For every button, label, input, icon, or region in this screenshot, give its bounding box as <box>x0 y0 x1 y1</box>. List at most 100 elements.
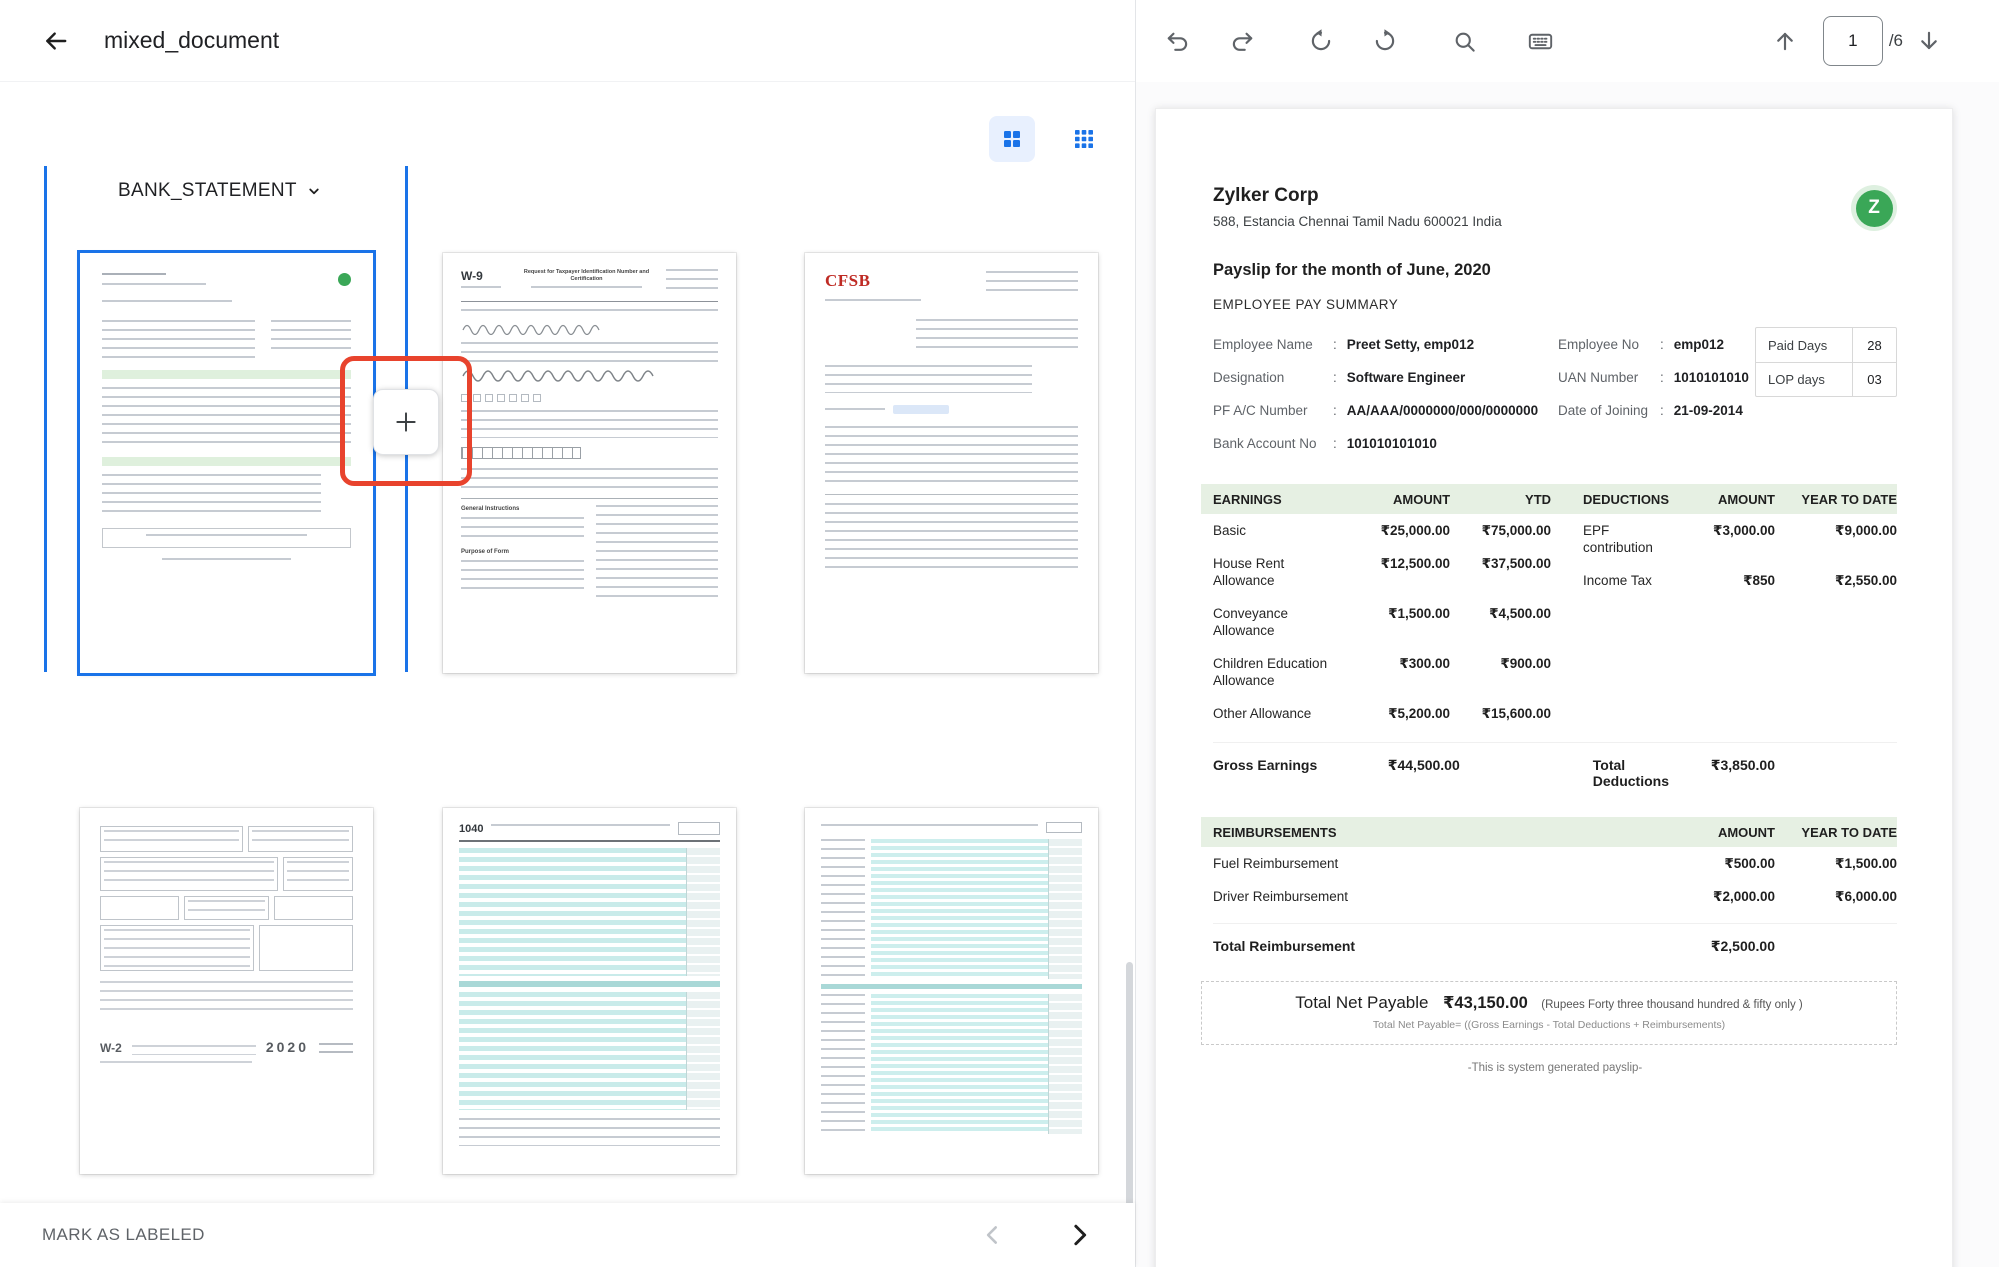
info-colon <box>1333 369 1337 387</box>
search-button[interactable] <box>1440 17 1488 65</box>
left-header: mixed_document <box>0 0 1135 82</box>
total-spacer <box>1775 757 1897 789</box>
w9-instructions: General Instructions Purpose of Form <box>461 498 718 597</box>
thumb-logo-dot <box>338 273 351 286</box>
info-colon <box>1660 402 1664 420</box>
w9-section-1: General Instructions <box>461 505 584 513</box>
form-body-1 <box>821 839 1082 979</box>
redo-button[interactable] <box>1218 17 1266 65</box>
undo-icon <box>1165 28 1191 54</box>
keyboard-shortcuts-button[interactable] <box>1516 17 1564 65</box>
info-value: 101010101010 <box>1347 435 1437 453</box>
page-number-input[interactable] <box>1823 16 1883 66</box>
col-header: DEDUCTIONS <box>1583 492 1675 507</box>
page-thumbnail-6[interactable] <box>805 808 1098 1174</box>
w9-form-cell: W-9 <box>461 269 507 295</box>
page-thumbnail-4[interactable]: W-2 2020 <box>80 808 373 1174</box>
deductions-table-head: DEDUCTIONS AMOUNT YEAR TO DATE <box>1583 484 1897 514</box>
info-value: Software Engineer <box>1347 369 1466 387</box>
pay-summary-heading: EMPLOYEE PAY SUMMARY <box>1213 297 1897 312</box>
cfsb-thumb-content: CFSB <box>805 253 1098 673</box>
mark-as-labeled-button[interactable]: MARK AS LABELED <box>42 1225 205 1245</box>
company-block: Zylker Corp 588, Estancia Chennai Tamil … <box>1213 185 1502 229</box>
w2-grid-row <box>100 857 353 891</box>
thumb-lines <box>102 300 232 308</box>
days-row: LOP days03 <box>1756 362 1896 396</box>
next-document-page-button[interactable] <box>1905 17 1953 65</box>
net-payable-words: (Rupees Forty three thousand hundred & f… <box>1541 999 1802 1011</box>
earnings-row: House Rent Allowance₹12,500.00₹37,500.00 <box>1213 547 1551 597</box>
rotate-right-button[interactable] <box>1361 17 1409 65</box>
f1040-header: 1040 <box>459 822 720 835</box>
gross-earnings: Gross Earnings ₹44,500.00 <box>1213 757 1561 789</box>
info-row: UAN Number1010101010 <box>1558 369 1749 387</box>
arrow-up-icon <box>1772 28 1798 54</box>
total-label: Total Reimbursement <box>1213 938 1675 955</box>
next-page-button[interactable] <box>1057 1213 1101 1257</box>
net-payable-line: Total Net Payable ₹43,150.00 (Rupees For… <box>1210 993 1888 1013</box>
f1040-rule <box>459 840 720 842</box>
left-panel-scrollbar[interactable] <box>1126 962 1133 1203</box>
f1040-footer-lines <box>459 1118 720 1146</box>
add-page-button[interactable] <box>373 389 439 455</box>
info-colon <box>1333 336 1337 354</box>
info-colon <box>1333 402 1337 420</box>
net-payable-box: Total Net Payable ₹43,150.00 (Rupees For… <box>1201 981 1897 1045</box>
plus-icon <box>393 409 419 435</box>
group-label-dropdown[interactable]: BANK_STATEMENT <box>118 180 323 202</box>
form-body-2 <box>821 994 1082 1134</box>
rotate-left-button[interactable] <box>1297 17 1345 65</box>
w9-title-cell: Request for Taxpayer Identification Numb… <box>517 269 656 295</box>
row-amount: ₹3,000.00 <box>1675 522 1775 556</box>
w9-col-left: General Instructions Purpose of Form <box>461 505 584 597</box>
left-footer: MARK AS LABELED <box>0 1203 1135 1267</box>
page-thumbnail-5[interactable]: 1040 <box>443 808 736 1174</box>
document-title: mixed_document <box>104 27 279 54</box>
col-header: YEAR TO DATE <box>1775 825 1897 840</box>
row-amount: ₹5,200.00 <box>1345 705 1450 722</box>
info-label: Bank Account No <box>1213 435 1329 453</box>
row-name: Conveyance Allowance <box>1213 605 1345 639</box>
chevron-left-icon <box>980 1222 1006 1248</box>
w9-right-cell <box>666 269 718 291</box>
previous-page-button[interactable] <box>971 1213 1015 1257</box>
info-row: Employee Noemp012 <box>1558 336 1749 354</box>
page-thumbnail-2[interactable]: W-9 Request for Taxpayer Identification … <box>443 253 736 673</box>
row-name: House Rent Allowance <box>1213 555 1345 589</box>
payslip-document: Zylker Corp 588, Estancia Chennai Tamil … <box>1155 108 1953 1267</box>
w9-title: Request for Taxpayer Identification Numb… <box>517 269 656 283</box>
total-deductions: Total Deductions ₹3,850.00 <box>1593 757 1897 789</box>
viewer-toolbar: /6 <box>1136 0 1999 82</box>
info-label: PF A/C Number <box>1213 402 1329 420</box>
rotate-right-icon <box>1372 28 1398 54</box>
totals-row: Gross Earnings ₹44,500.00 Total Deductio… <box>1213 742 1897 789</box>
back-button[interactable] <box>34 19 78 63</box>
row-name: Basic <box>1213 522 1345 539</box>
earnings-row: Conveyance Allowance₹1,500.00₹4,500.00 <box>1213 597 1551 647</box>
cfsb-header: CFSB <box>825 271 1078 297</box>
back-arrow-icon <box>43 28 69 54</box>
deductions-row: Income Tax₹850₹2,550.00 <box>1583 564 1897 597</box>
undo-button[interactable] <box>1154 17 1202 65</box>
days-value: 28 <box>1852 328 1896 362</box>
info-row: Date of Joining21-09-2014 <box>1558 402 1749 420</box>
row-ytd: ₹4,500.00 <box>1450 605 1551 639</box>
net-payable-formula: Total Net Payable= ((Gross Earnings - To… <box>1210 1019 1888 1031</box>
compact-grid-view-button[interactable] <box>1061 116 1107 162</box>
w9-thumb-content: W-9 Request for Taxpayer Identification … <box>443 253 736 673</box>
group-bracket-left <box>44 166 47 672</box>
page-thumbnail-3[interactable]: CFSB <box>805 253 1098 673</box>
col-header: EARNINGS <box>1213 492 1345 507</box>
grid-view-button[interactable] <box>989 116 1035 162</box>
arrow-down-icon <box>1916 28 1942 54</box>
w9-lines-3 <box>461 468 718 490</box>
cfsb-logo: CFSB <box>825 271 870 291</box>
page-thumbnail-1[interactable] <box>80 253 373 673</box>
grid-small-icon <box>1073 128 1095 150</box>
company-logo-letter: Z <box>1856 190 1893 227</box>
search-icon <box>1452 29 1477 54</box>
net-payable-label: Total Net Payable <box>1295 993 1428 1012</box>
previous-document-page-button[interactable] <box>1761 17 1809 65</box>
w2-heading: W-2 <box>100 1041 122 1055</box>
info-label: Date of Joining <box>1558 402 1656 420</box>
